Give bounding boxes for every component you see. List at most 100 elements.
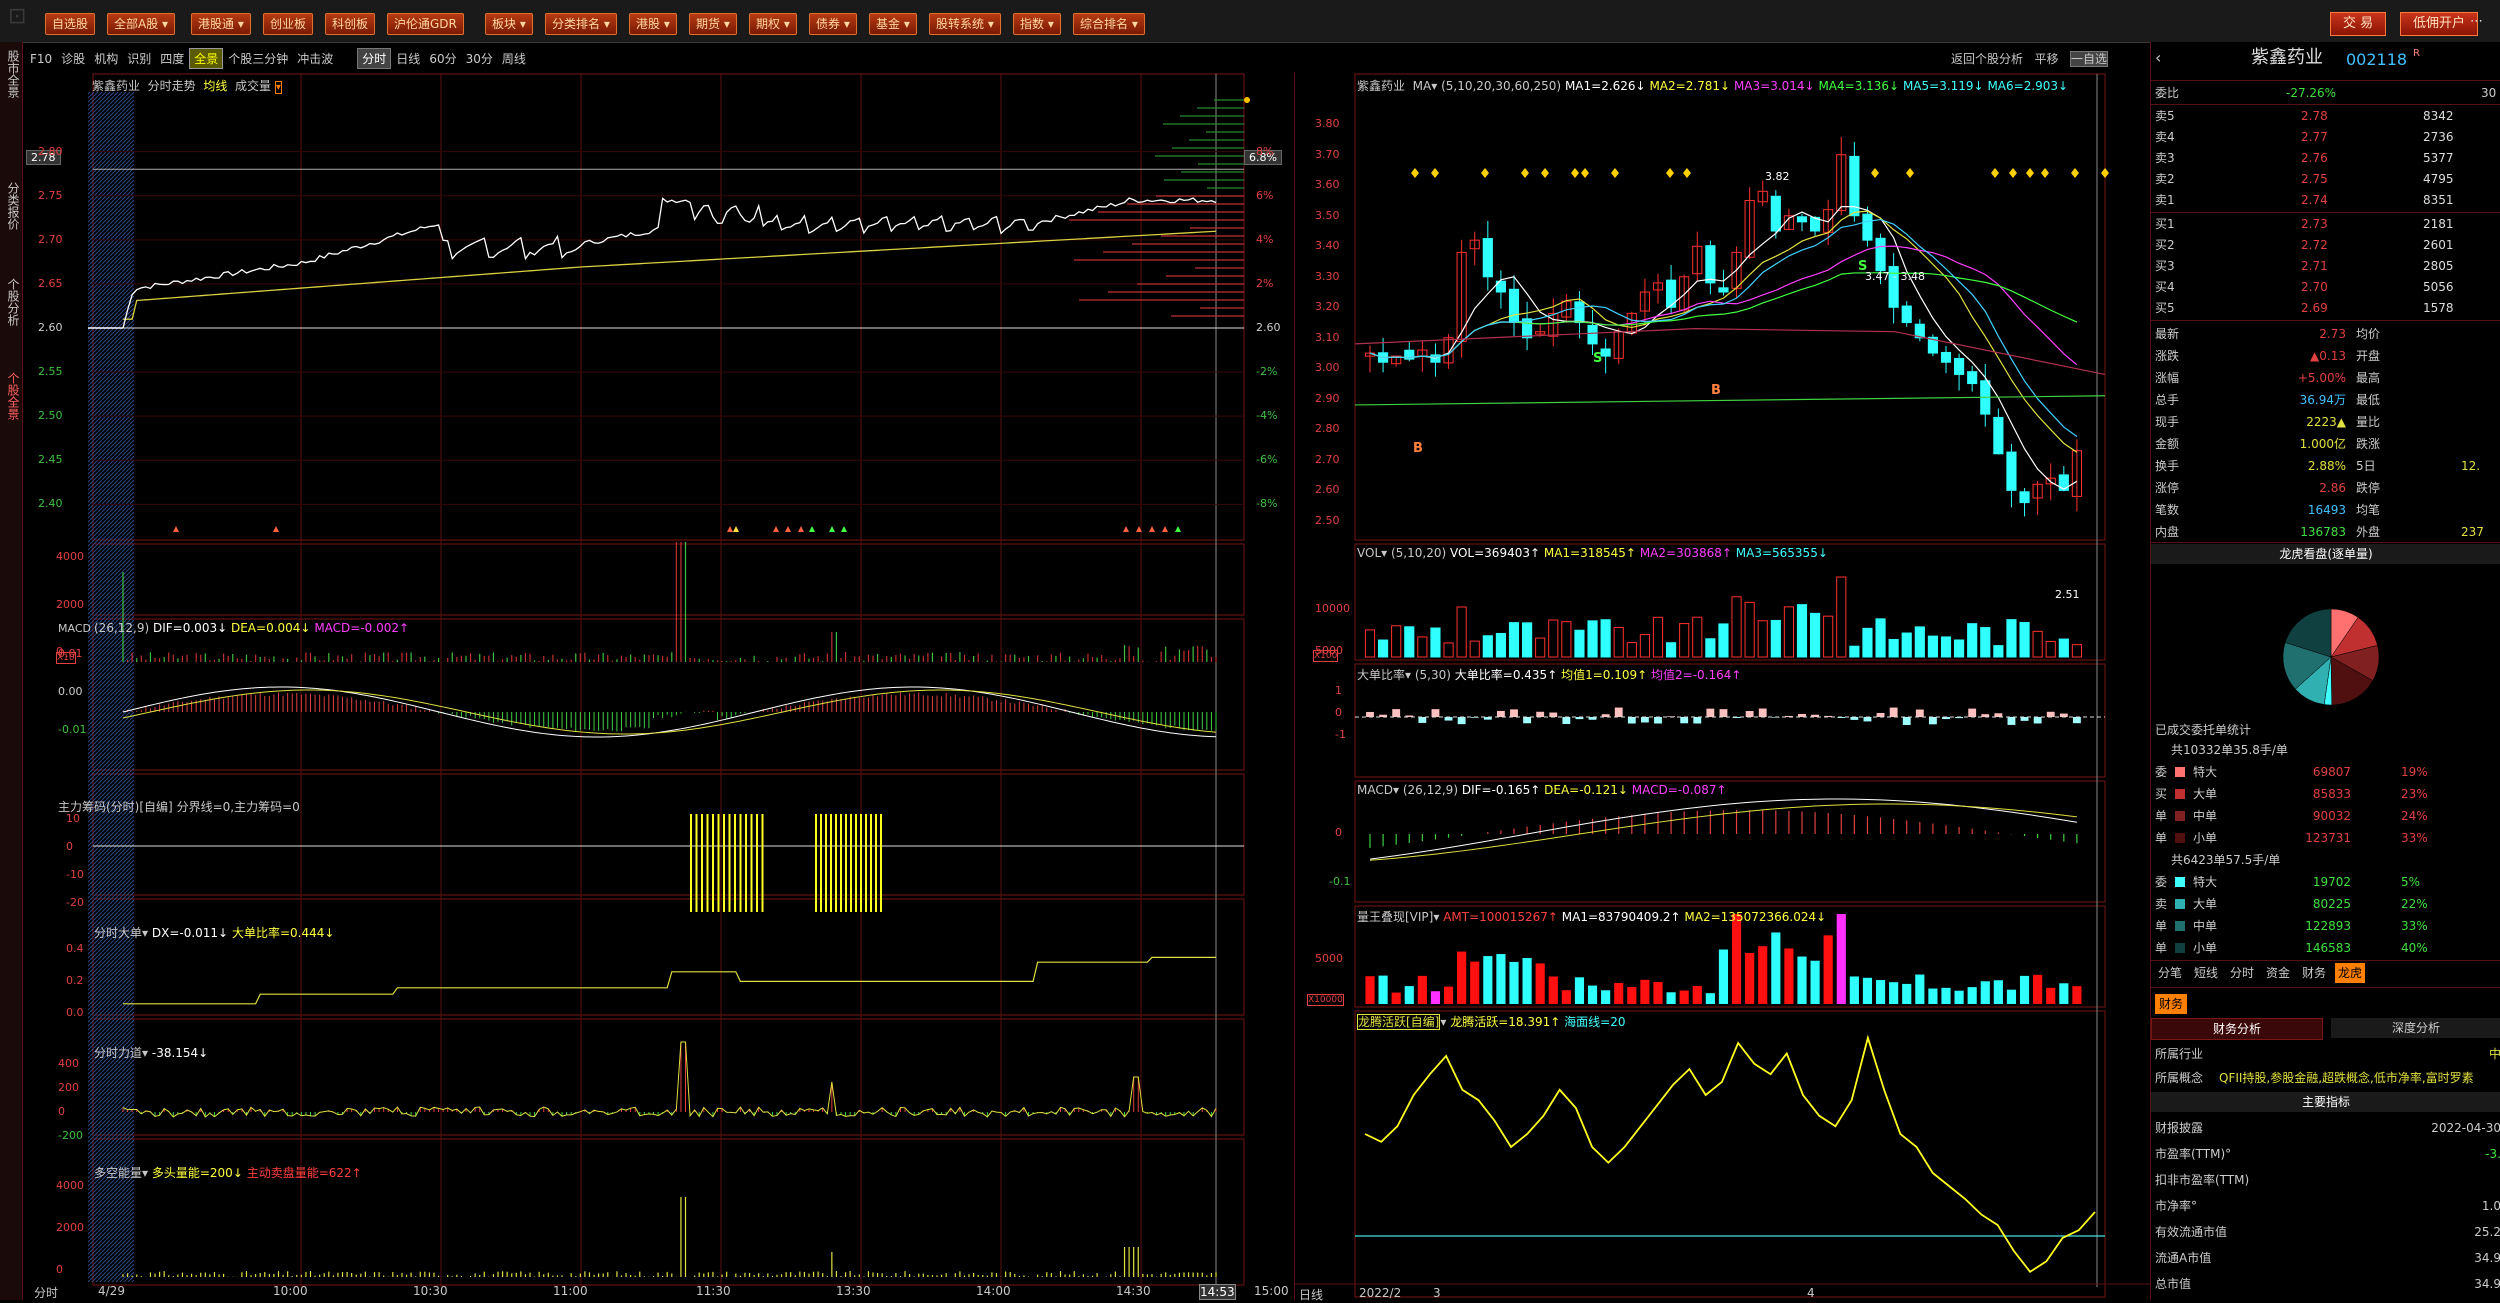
buy-swatch	[2175, 833, 2185, 843]
stat-label: 涨停	[2155, 481, 2180, 495]
toolbar-button-11[interactable]: 债券	[809, 13, 857, 35]
trade-button[interactable]: 交 易	[2330, 12, 2387, 36]
subtool-4[interactable]: 四度	[156, 49, 188, 68]
chevron-down-icon[interactable]: ▾	[274, 81, 282, 94]
toolbar-button-1[interactable]: 全部A股	[107, 13, 176, 35]
tab-stock-panorama[interactable]: 个股全景	[2, 372, 20, 420]
vol-bar	[1888, 638, 1899, 658]
weibi-value: -27.26%	[2286, 86, 2337, 100]
trade-marker	[727, 526, 733, 532]
toolbar-button-14[interactable]: 指数	[1013, 13, 1061, 35]
vol-bar	[2045, 640, 2056, 658]
amount-bar	[1810, 960, 1820, 1004]
buy-volume: 5056	[2423, 280, 2454, 294]
open-account-button[interactable]: 低佣开户	[2400, 12, 2479, 36]
stat-value: 136783	[2300, 525, 2346, 539]
subtool-8[interactable]: 分时	[357, 48, 392, 69]
price-tick: 2.50	[38, 409, 63, 423]
amount-bar	[1679, 990, 1689, 1004]
trade-marker	[173, 526, 179, 532]
sell-price: 2.75	[2301, 172, 2328, 186]
vol-bar	[1783, 606, 1794, 658]
price-tick: 2.75	[38, 188, 63, 202]
toolbar-button-5[interactable]: 沪伦通GDR	[387, 13, 464, 35]
toolbar-button-7[interactable]: 分类排名	[545, 13, 617, 35]
force-header: 分时力道▾ -38.154↓	[94, 1046, 209, 1060]
tab-market-overview[interactable]: 股市全景	[2, 50, 20, 98]
signal-diamond	[1541, 168, 1549, 178]
stat-label: 现手	[2155, 415, 2180, 429]
buy-price: 2.72	[2301, 238, 2328, 252]
fin-row-value: 2022-04-30	[2431, 1121, 2500, 1135]
subtool-1[interactable]: 诊股	[57, 49, 89, 68]
tab-stock-analysis[interactable]: 个股分析	[2, 278, 20, 326]
xaxis-time: 14:30	[1116, 1284, 1151, 1298]
amount-bar	[1561, 990, 1571, 1004]
toolbar-button-15[interactable]: 综合排名	[1073, 13, 1145, 35]
subtool-0[interactable]: F10	[26, 51, 56, 67]
watchlist-select[interactable]: 一自选	[2069, 51, 2108, 67]
amount-bar	[1823, 935, 1833, 1004]
chip-tick: 0	[66, 840, 73, 853]
vol-label[interactable]: VOL	[1357, 546, 1381, 560]
quote-tab-3[interactable]: 资金	[2263, 963, 2293, 983]
dragon-label[interactable]: 龙腾活跃[自编]	[1357, 1014, 1441, 1030]
kline-price-tick: 3.20	[1315, 300, 1340, 314]
tab-category-quotes[interactable]: 分类报价	[2, 182, 20, 230]
buy-row-pct: 33%	[2401, 831, 2428, 845]
subtool-3[interactable]: 识别	[123, 49, 155, 68]
subtool-9[interactable]: 日线	[392, 49, 424, 68]
quote-tab-0[interactable]: 分笔	[2155, 963, 2185, 983]
bigratio-bar	[1444, 717, 1453, 721]
fin-row-value: 34.9	[2474, 1251, 2500, 1265]
amount-label[interactable]: 量王叠现[VIP]	[1357, 910, 1433, 924]
high-annotation: 3.82	[1765, 170, 1790, 183]
sell-row-type: 大单	[2193, 897, 2218, 911]
stat-label: 笔数	[2155, 503, 2180, 517]
toolbar-button-10[interactable]: 期权	[749, 13, 797, 35]
toolbar-button-6[interactable]: 板块	[485, 13, 533, 35]
toolbar-button-13[interactable]: 股转系统	[929, 13, 1001, 35]
concept-value: QFII持股,参股金融,超跌概念,低市净率,富时罗素	[2219, 1071, 2474, 1085]
pan-button[interactable]: 平移	[2034, 52, 2058, 66]
toolbar-button-12[interactable]: 基金	[869, 13, 917, 35]
weibi-label: 委比	[2155, 86, 2180, 100]
vol-bar	[1600, 619, 1611, 658]
subtool-2[interactable]: 机构	[90, 49, 122, 68]
back-to-analysis-link[interactable]: 返回个股分析	[1951, 52, 2023, 66]
amount-bar	[2046, 987, 2056, 1004]
xaxis-time: 14:00	[976, 1284, 1011, 1298]
macd-value: MACD=-0.002↑	[314, 621, 410, 635]
toolbar-button-2[interactable]: 港股通	[191, 13, 251, 35]
more-icon[interactable]: ⋯	[2470, 14, 2483, 29]
toolbar-button-4[interactable]: 科创板	[325, 13, 376, 35]
kline-panel: BSBS 紫鑫药业 MA▾ (5,10,20,30,60,250) MA1=2.…	[1294, 51, 2150, 1302]
toolbar-button-0[interactable]: 自选股	[45, 13, 96, 35]
toolbar-button-9[interactable]: 期货	[689, 13, 737, 35]
toolbar-button-8[interactable]: 港股	[629, 13, 677, 35]
buy-row-pct: 19%	[2401, 765, 2428, 779]
back-icon[interactable]: ‹	[2155, 48, 2161, 68]
subtool-6[interactable]: 个股三分钟	[224, 49, 292, 68]
buy-volume: 2181	[2423, 217, 2454, 231]
dragon-line	[1364, 1034, 2096, 1274]
subtool-5[interactable]: 全景	[189, 48, 224, 69]
toolbar-button-3[interactable]: 创业板	[263, 13, 314, 35]
ma-label[interactable]: MA	[1413, 79, 1432, 93]
amount-bar	[1692, 985, 1702, 1004]
macd-tick: 0.01	[58, 647, 83, 660]
subtool-12[interactable]: 周线	[498, 49, 530, 68]
bigratio-label[interactable]: 大单比率	[1357, 668, 1405, 682]
quote-tab-1[interactable]: 短线	[2191, 963, 2221, 983]
subtool-10[interactable]: 60分	[425, 49, 460, 68]
quote-tab-4[interactable]: 财务	[2299, 963, 2329, 983]
quote-tab-2[interactable]: 分时	[2227, 963, 2257, 983]
kmacd-dif: DIF=-0.165↑	[1461, 783, 1541, 797]
buy-side-char: 单	[2155, 809, 2168, 823]
subtool-11[interactable]: 30分	[462, 49, 497, 68]
sell-row-vol: 80225	[2312, 897, 2351, 911]
quote-tab-5[interactable]: 龙虎	[2335, 963, 2366, 983]
subtool-7[interactable]: 冲击波	[293, 49, 337, 68]
bigratio-bar	[1627, 717, 1636, 724]
kmacd-label[interactable]: MACD	[1357, 783, 1393, 797]
